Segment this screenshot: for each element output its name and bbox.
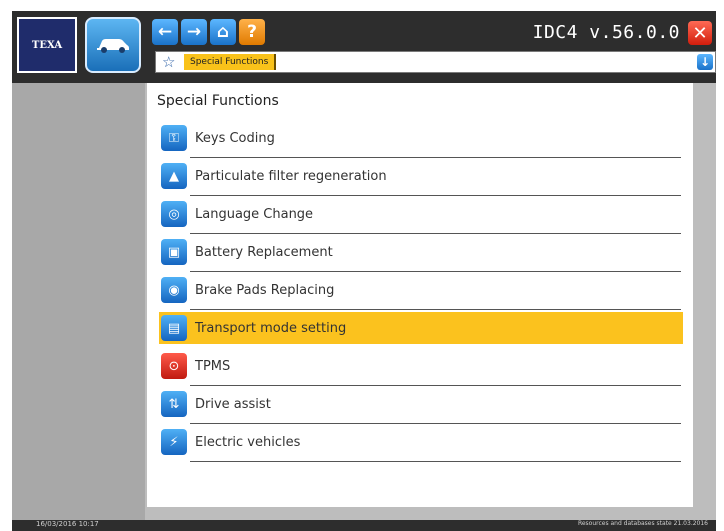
brake-pads-icon: ◉ bbox=[161, 277, 187, 303]
help-button[interactable]: ? bbox=[239, 19, 265, 45]
status-db-state: Resources and databases state 21.03.2016 bbox=[577, 520, 708, 527]
tpms-icon: ⊙ bbox=[161, 353, 187, 379]
list-item-tpms[interactable]: ⊙ TPMS bbox=[159, 348, 683, 386]
list-item-label: Transport mode setting bbox=[195, 320, 347, 336]
list-item-brake-pads[interactable]: ◉ Brake Pads Replacing bbox=[159, 272, 683, 310]
transport-mode-icon: ▤ bbox=[161, 315, 187, 341]
brand-label: TEXA bbox=[31, 39, 63, 51]
arrow-right-icon: → bbox=[186, 22, 202, 42]
breadcrumb-item[interactable]: Special Functions bbox=[184, 54, 277, 70]
favorites-star-icon[interactable]: ☆ bbox=[162, 53, 175, 71]
functions-list: ⚿ Keys Coding ▲ Particulate filter regener… bbox=[159, 120, 683, 462]
divider bbox=[190, 461, 681, 462]
list-item-keys-coding[interactable]: ⚿ Keys Coding bbox=[159, 120, 683, 158]
chevron-down-icon[interactable]: ↓ bbox=[697, 54, 713, 70]
question-icon: ? bbox=[247, 22, 257, 42]
electric-vehicle-icon: ⚡ bbox=[161, 429, 187, 455]
list-item-label: Drive assist bbox=[195, 396, 271, 412]
status-datetime: 16/03/2016 10:17 bbox=[36, 520, 99, 528]
key-coding-icon: ⚿ bbox=[161, 125, 187, 151]
list-item-label: Language Change bbox=[195, 206, 314, 222]
list-item-transport-mode[interactable]: ▤ Transport mode setting bbox=[159, 310, 683, 348]
arrow-left-icon: ← bbox=[157, 22, 173, 42]
texa-logo: TEXA bbox=[17, 17, 77, 73]
page-title: Special Functions bbox=[157, 93, 279, 109]
list-item-label: Keys Coding bbox=[195, 130, 275, 146]
list-item-label: Brake Pads Replacing bbox=[195, 282, 335, 298]
close-icon: ✕ bbox=[692, 22, 708, 44]
list-item-label: Particulate filter regeneration bbox=[195, 168, 387, 184]
back-button[interactable]: ← bbox=[152, 19, 178, 45]
list-item-particulate-filter[interactable]: ▲ Particulate filter regeneration bbox=[159, 158, 683, 196]
vehicle-icon[interactable] bbox=[85, 17, 141, 73]
drive-assist-icon: ⇅ bbox=[161, 391, 187, 417]
list-item-drive-assist[interactable]: ⇅ Drive assist bbox=[159, 386, 683, 424]
status-bar: 16/03/2016 10:17 Resources and databases… bbox=[12, 520, 716, 531]
app-version: IDC4 v.56.0.0 bbox=[532, 22, 680, 43]
list-item-label: Battery Replacement bbox=[195, 244, 333, 260]
content-area: Special Functions ⚿ Keys Coding ▲ Particul… bbox=[147, 83, 693, 507]
home-button[interactable]: ⌂ bbox=[210, 19, 236, 45]
car-icon bbox=[97, 39, 129, 53]
breadcrumb-bar: ☆ Special Functions ↓ bbox=[155, 51, 716, 73]
list-item-label: TPMS bbox=[195, 358, 231, 374]
language-icon: ◎ bbox=[161, 201, 187, 227]
list-item-language-change[interactable]: ◎ Language Change bbox=[159, 196, 683, 234]
list-item-electric-vehicles[interactable]: ⚡ Electric vehicles bbox=[159, 424, 683, 462]
list-item-battery-replacement[interactable]: ▣ Battery Replacement bbox=[159, 234, 683, 272]
top-toolbar: ← → ⌂ ? IDC4 v.56.0.0 ✕ bbox=[150, 16, 716, 50]
list-item-label: Electric vehicles bbox=[195, 434, 301, 450]
sidebar bbox=[12, 83, 145, 520]
close-button[interactable]: ✕ bbox=[688, 21, 712, 45]
home-icon: ⌂ bbox=[216, 22, 230, 42]
forward-button[interactable]: → bbox=[181, 19, 207, 45]
particulate-filter-icon: ▲ bbox=[161, 163, 187, 189]
battery-icon: ▣ bbox=[161, 239, 187, 265]
